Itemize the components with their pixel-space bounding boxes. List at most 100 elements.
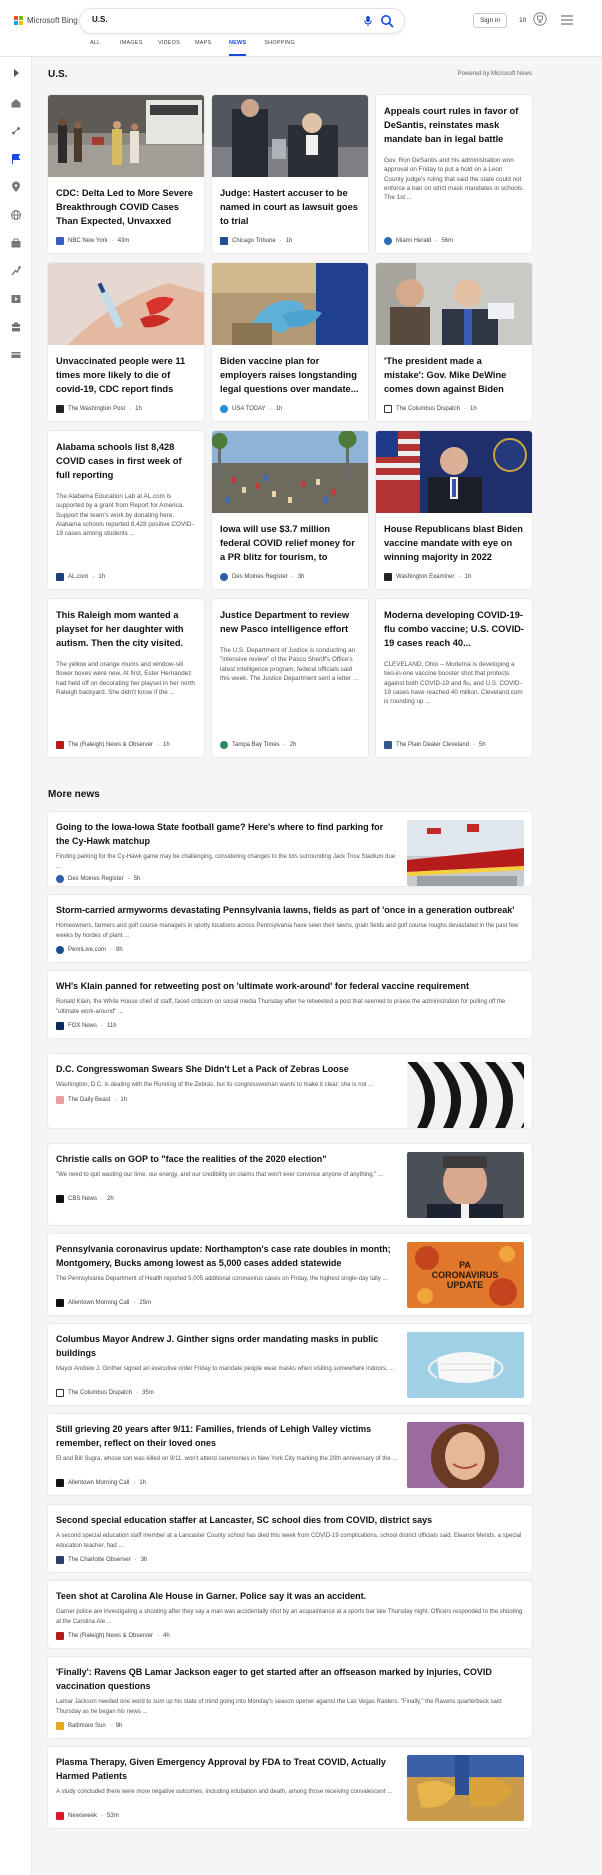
card-source[interactable]: NBC New York · 43m <box>56 237 129 245</box>
news-card[interactable]: This Raleigh mom wanted a playset for he… <box>48 599 204 757</box>
item-title[interactable]: 'Finally': Ravens QB Lamar Jackson eager… <box>56 1666 524 1694</box>
item-source[interactable]: The Charlotte Observer · 3h <box>56 1556 147 1564</box>
card-title[interactable]: Judge: Hastert accuser to be named in co… <box>212 186 368 228</box>
card-source[interactable]: Miami Herald · 56m <box>384 237 453 245</box>
sign-in-button[interactable]: Sign in <box>473 13 507 28</box>
mic-icon[interactable] <box>362 15 374 27</box>
item-title[interactable]: Christie calls on GOP to "face the reali… <box>56 1153 398 1167</box>
card-title[interactable]: Moderna developing COVID-19-flu combo va… <box>376 608 532 650</box>
more-news-item[interactable]: WH's Klain panned for retweeting post on… <box>48 971 532 1038</box>
card-source[interactable]: USA TODAY · 1h <box>220 405 282 413</box>
item-source[interactable]: The Daily Beast · 1h <box>56 1096 127 1104</box>
item-title[interactable]: Still grieving 20 years after 9/11: Fami… <box>56 1423 398 1451</box>
item-source[interactable]: Des Moines Register · 5h <box>56 875 140 883</box>
card-source[interactable]: The Washington Post · 1h <box>56 405 142 413</box>
bing-logo[interactable]: Microsoft Bing <box>14 16 78 25</box>
news-card[interactable]: House Republicans blast Biden vaccine ma… <box>376 431 532 589</box>
news-card[interactable]: Justice Department to review new Pasco i… <box>212 599 368 757</box>
card-source[interactable]: Des Moines Register · 3h <box>220 573 304 581</box>
item-source[interactable]: Baltimore Sun · 9h <box>56 1722 122 1730</box>
item-title[interactable]: D.C. Congresswoman Swears She Didn't Let… <box>56 1063 398 1077</box>
item-title[interactable]: Storm-carried armyworms devastating Penn… <box>56 904 524 918</box>
news-card[interactable]: CDC: Delta Led to More Severe Breakthrou… <box>48 95 204 253</box>
more-news-item[interactable]: Columbus Mayor Andrew J. Ginther signs o… <box>48 1324 532 1405</box>
news-card[interactable]: Appeals court rules in favor of DeSantis… <box>376 95 532 253</box>
item-source[interactable]: The Columbus Dispatch · 35m <box>56 1389 154 1397</box>
news-card[interactable]: Iowa will use $3.7 million federal COVID… <box>212 431 368 589</box>
more-news-item[interactable]: Going to the Iowa-Iowa State football ga… <box>48 812 532 886</box>
more-news-title: More news <box>48 789 100 800</box>
tab-all[interactable]: ALL <box>90 40 120 56</box>
card-source[interactable]: Tampa Bay Times · 2h <box>220 741 296 749</box>
card-source[interactable]: Washington Examiner · 1h <box>384 573 471 581</box>
item-title[interactable]: Pennsylvania coronavirus update: Northam… <box>56 1243 398 1271</box>
card-title[interactable]: Justice Department to review new Pasco i… <box>212 608 368 636</box>
item-source[interactable]: CBS News · 2h <box>56 1195 114 1203</box>
item-title[interactable]: Teen shot at Carolina Ale House in Garne… <box>56 1590 524 1604</box>
item-title[interactable]: Plasma Therapy, Given Emergency Approval… <box>56 1756 398 1784</box>
card-title[interactable]: Unvaccinated people were 11 times more l… <box>48 354 204 396</box>
item-title[interactable]: Columbus Mayor Andrew J. Ginther signs o… <box>56 1333 398 1361</box>
item-source[interactable]: Allentown Morning Call · 25m <box>56 1299 151 1307</box>
tab-news[interactable]: NEWS <box>229 40 247 56</box>
money-icon[interactable] <box>10 349 22 361</box>
search-input[interactable]: U.S. <box>92 15 108 24</box>
news-card[interactable]: 'The president made a mistake': Gov. Mik… <box>376 263 532 421</box>
item-title[interactable]: Second special education staffer at Lanc… <box>56 1514 524 1528</box>
powered-by-label[interactable]: Powered by Microsoft News <box>458 71 532 77</box>
card-source[interactable]: AL.com · 1h <box>56 573 105 581</box>
news-card[interactable]: Unvaccinated people were 11 times more l… <box>48 263 204 421</box>
item-source[interactable]: FOX News · 11h <box>56 1022 117 1030</box>
location-pin-icon[interactable] <box>10 181 22 193</box>
news-card[interactable]: Alabama schools list 8,428 COVID cases i… <box>48 431 204 589</box>
item-source[interactable]: The (Raleigh) News & Observer · 4h <box>56 1632 170 1640</box>
item-source[interactable]: PennLive.com · 8h <box>56 946 123 954</box>
card-source[interactable]: The (Raleigh) News & Observer · 1h <box>56 741 170 749</box>
card-title[interactable]: Biden vaccine plan for employers raises … <box>212 354 368 396</box>
card-title[interactable]: 'The president made a mistake': Gov. Mik… <box>376 354 532 396</box>
entertainment-icon[interactable] <box>10 293 22 305</box>
card-title[interactable]: Alabama schools list 8,428 COVID cases i… <box>48 440 204 482</box>
briefcase-icon[interactable] <box>10 237 22 249</box>
home-icon[interactable] <box>10 97 22 109</box>
card-title[interactable]: This Raleigh mom wanted a playset for he… <box>48 608 204 650</box>
more-news-item[interactable]: Christie calls on GOP to "face the reali… <box>48 1144 532 1225</box>
item-source[interactable]: Newsweek · 53m <box>56 1812 119 1820</box>
news-card[interactable]: Biden vaccine plan for employers raises … <box>212 263 368 421</box>
more-news-item[interactable]: Plasma Therapy, Given Emergency Approval… <box>48 1747 532 1828</box>
news-card[interactable]: Judge: Hastert accuser to be named in co… <box>212 95 368 253</box>
tab-shopping[interactable]: SHOPPING <box>264 40 304 56</box>
card-title[interactable]: CDC: Delta Led to More Severe Breakthrou… <box>48 186 204 228</box>
tab-images[interactable]: IMAGES <box>120 40 158 56</box>
more-news-item[interactable]: D.C. Congresswoman Swears She Didn't Let… <box>48 1054 532 1128</box>
card-title[interactable]: House Republicans blast Biden vaccine ma… <box>376 522 532 564</box>
globe-icon[interactable] <box>10 209 22 221</box>
news-card[interactable]: Moderna developing COVID-19-flu combo va… <box>376 599 532 757</box>
item-title[interactable]: Going to the Iowa-Iowa State football ga… <box>56 821 398 849</box>
more-news-item[interactable]: 'Finally': Ravens QB Lamar Jackson eager… <box>48 1657 532 1738</box>
trophy-icon[interactable] <box>533 12 547 26</box>
trending-icon[interactable] <box>10 125 22 137</box>
rewards-points[interactable]: 10 <box>519 17 526 24</box>
card-title[interactable]: Appeals court rules in favor of DeSantis… <box>376 104 532 146</box>
flag-icon[interactable] <box>10 153 22 165</box>
card-title[interactable]: Iowa will use $3.7 million federal COVID… <box>212 522 368 564</box>
item-title[interactable]: WH's Klain panned for retweeting post on… <box>56 980 524 994</box>
card-source[interactable]: Chicago Tribune · 1h <box>220 237 292 245</box>
card-source[interactable]: The Columbus Dispatch · 1h <box>384 405 477 413</box>
sports-icon[interactable] <box>10 321 22 333</box>
expand-icon[interactable] <box>10 67 22 79</box>
tab-videos[interactable]: VIDEOS <box>158 40 195 56</box>
more-news-item[interactable]: Pennsylvania coronavirus update: Northam… <box>48 1234 532 1315</box>
item-source[interactable]: Allentown Morning Call · 1h <box>56 1479 146 1487</box>
more-news-item[interactable]: Second special education staffer at Lanc… <box>48 1505 532 1572</box>
more-news-item[interactable]: Teen shot at Carolina Ale House in Garne… <box>48 1581 532 1648</box>
more-news-item[interactable]: Storm-carried armyworms devastating Penn… <box>48 895 532 962</box>
search-icon[interactable] <box>380 14 394 28</box>
card-source[interactable]: The Plain Dealer Cleveland · 5h <box>384 741 486 749</box>
tab-maps[interactable]: MAPS <box>195 40 229 56</box>
science-icon[interactable] <box>10 265 22 277</box>
hamburger-menu-icon[interactable] <box>561 15 573 25</box>
search-box[interactable]: U.S. <box>80 9 404 33</box>
more-news-item[interactable]: Still grieving 20 years after 9/11: Fami… <box>48 1414 532 1495</box>
